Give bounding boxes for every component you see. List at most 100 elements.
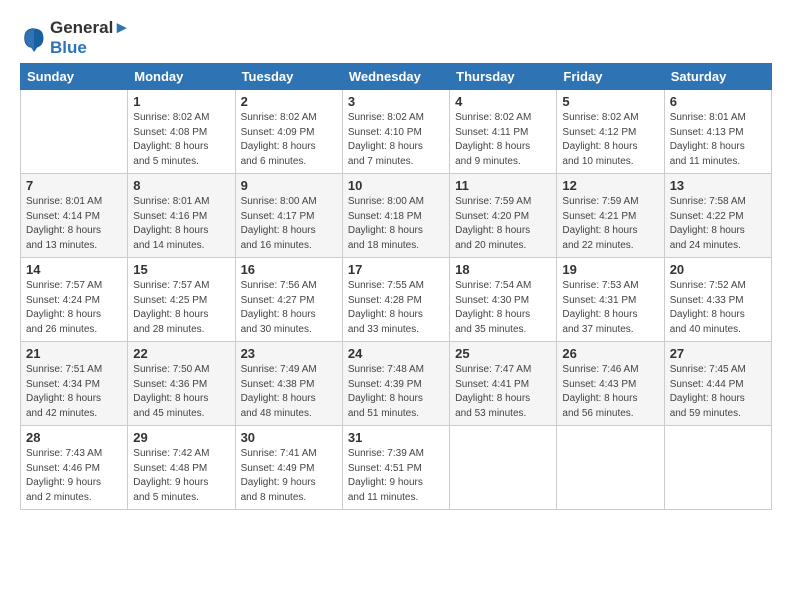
day-number: 7 <box>26 178 122 193</box>
day-cell: 18 Sunrise: 7:54 AM Sunset: 4:30 PM Dayli… <box>450 258 557 342</box>
calendar-table: SundayMondayTuesdayWednesdayThursdayFrid… <box>20 63 772 510</box>
day-info: Sunrise: 7:53 AM Sunset: 4:31 PM Dayligh… <box>562 279 658 337</box>
day-number: 17 <box>348 262 444 277</box>
day-cell: 3 Sunrise: 8:02 AM Sunset: 4:10 PM Daylig… <box>342 90 449 174</box>
day-number: 14 <box>26 262 122 277</box>
day-cell: 23 Sunrise: 7:49 AM Sunset: 4:38 PM Dayli… <box>235 342 342 426</box>
day-info: Sunrise: 7:42 AM Sunset: 4:48 PM Dayligh… <box>133 447 229 505</box>
day-number: 3 <box>348 94 444 109</box>
week-row-5: 28 Sunrise: 7:43 AM Sunset: 4:46 PM Dayli… <box>21 426 772 510</box>
day-info: Sunrise: 7:47 AM Sunset: 4:41 PM Dayligh… <box>455 363 551 421</box>
day-info: Sunrise: 8:02 AM Sunset: 4:10 PM Dayligh… <box>348 111 444 169</box>
day-number: 6 <box>670 94 766 109</box>
weekday-header-row: SundayMondayTuesdayWednesdayThursdayFrid… <box>21 64 772 90</box>
day-cell: 24 Sunrise: 7:48 AM Sunset: 4:39 PM Dayli… <box>342 342 449 426</box>
day-cell: 9 Sunrise: 8:00 AM Sunset: 4:17 PM Daylig… <box>235 174 342 258</box>
day-cell: 4 Sunrise: 8:02 AM Sunset: 4:11 PM Daylig… <box>450 90 557 174</box>
day-info: Sunrise: 7:59 AM Sunset: 4:21 PM Dayligh… <box>562 195 658 253</box>
day-number: 8 <box>133 178 229 193</box>
day-number: 29 <box>133 430 229 445</box>
logo-text: General► Blue <box>50 18 130 57</box>
day-cell <box>450 426 557 510</box>
day-info: Sunrise: 7:39 AM Sunset: 4:51 PM Dayligh… <box>348 447 444 505</box>
day-cell: 16Sunrise: 7:56 AM Sunset: 4:27 PM Dayli… <box>235 258 342 342</box>
day-cell: 11Sunrise: 7:59 AM Sunset: 4:20 PM Dayli… <box>450 174 557 258</box>
day-info: Sunrise: 7:57 AM Sunset: 4:25 PM Dayligh… <box>133 279 229 337</box>
day-info: Sunrise: 7:54 AM Sunset: 4:30 PM Dayligh… <box>455 279 551 337</box>
day-number: 11 <box>455 178 551 193</box>
day-cell: 25Sunrise: 7:47 AM Sunset: 4:41 PM Dayli… <box>450 342 557 426</box>
day-info: Sunrise: 8:02 AM Sunset: 4:08 PM Dayligh… <box>133 111 229 169</box>
weekday-header-friday: Friday <box>557 64 664 90</box>
day-cell: 26 Sunrise: 7:46 AM Sunset: 4:43 PM Dayli… <box>557 342 664 426</box>
day-cell: 21 Sunrise: 7:51 AM Sunset: 4:34 PM Dayli… <box>21 342 128 426</box>
day-number: 18 <box>455 262 551 277</box>
day-info: Sunrise: 7:58 AM Sunset: 4:22 PM Dayligh… <box>670 195 766 253</box>
day-number: 13 <box>670 178 766 193</box>
day-info: Sunrise: 7:48 AM Sunset: 4:39 PM Dayligh… <box>348 363 444 421</box>
day-info: Sunrise: 7:43 AM Sunset: 4:46 PM Dayligh… <box>26 447 122 505</box>
day-info: Sunrise: 7:50 AM Sunset: 4:36 PM Dayligh… <box>133 363 229 421</box>
day-cell: 10Sunrise: 8:00 AM Sunset: 4:18 PM Dayli… <box>342 174 449 258</box>
day-cell: 6 Sunrise: 8:01 AM Sunset: 4:13 PM Daylig… <box>664 90 771 174</box>
day-number: 30 <box>241 430 337 445</box>
day-cell: 20 Sunrise: 7:52 AM Sunset: 4:33 PM Dayli… <box>664 258 771 342</box>
day-number: 10 <box>348 178 444 193</box>
day-cell: 12 Sunrise: 7:59 AM Sunset: 4:21 PM Dayli… <box>557 174 664 258</box>
day-cell: 31 Sunrise: 7:39 AM Sunset: 4:51 PM Dayli… <box>342 426 449 510</box>
day-info: Sunrise: 8:01 AM Sunset: 4:14 PM Dayligh… <box>26 195 122 253</box>
logo-icon <box>20 24 48 52</box>
day-number: 9 <box>241 178 337 193</box>
week-row-3: 14 Sunrise: 7:57 AM Sunset: 4:24 PM Dayli… <box>21 258 772 342</box>
day-number: 15 <box>133 262 229 277</box>
day-cell: 5Sunrise: 8:02 AM Sunset: 4:12 PM Daylig… <box>557 90 664 174</box>
day-cell: 13 Sunrise: 7:58 AM Sunset: 4:22 PM Dayli… <box>664 174 771 258</box>
day-number: 12 <box>562 178 658 193</box>
weekday-header-saturday: Saturday <box>664 64 771 90</box>
day-number: 27 <box>670 346 766 361</box>
day-number: 23 <box>241 346 337 361</box>
day-info: Sunrise: 8:01 AM Sunset: 4:16 PM Dayligh… <box>133 195 229 253</box>
day-number: 31 <box>348 430 444 445</box>
day-cell <box>21 90 128 174</box>
day-cell: 8 Sunrise: 8:01 AM Sunset: 4:16 PM Daylig… <box>128 174 235 258</box>
day-number: 5 <box>562 94 658 109</box>
week-row-2: 7 Sunrise: 8:01 AM Sunset: 4:14 PM Daylig… <box>21 174 772 258</box>
weekday-header-wednesday: Wednesday <box>342 64 449 90</box>
day-info: Sunrise: 7:46 AM Sunset: 4:43 PM Dayligh… <box>562 363 658 421</box>
day-number: 28 <box>26 430 122 445</box>
day-info: Sunrise: 7:51 AM Sunset: 4:34 PM Dayligh… <box>26 363 122 421</box>
day-cell <box>557 426 664 510</box>
day-cell: 27 Sunrise: 7:45 AM Sunset: 4:44 PM Dayli… <box>664 342 771 426</box>
day-cell: 28 Sunrise: 7:43 AM Sunset: 4:46 PM Dayli… <box>21 426 128 510</box>
day-number: 19 <box>562 262 658 277</box>
day-info: Sunrise: 7:55 AM Sunset: 4:28 PM Dayligh… <box>348 279 444 337</box>
weekday-header-tuesday: Tuesday <box>235 64 342 90</box>
day-number: 4 <box>455 94 551 109</box>
page: General► Blue SundayMondayTuesdayWednesd… <box>0 0 792 612</box>
day-cell: 17 Sunrise: 7:55 AM Sunset: 4:28 PM Dayli… <box>342 258 449 342</box>
day-number: 16 <box>241 262 337 277</box>
day-cell: 2Sunrise: 8:02 AM Sunset: 4:09 PM Daylig… <box>235 90 342 174</box>
day-info: Sunrise: 7:49 AM Sunset: 4:38 PM Dayligh… <box>241 363 337 421</box>
day-cell: 19 Sunrise: 7:53 AM Sunset: 4:31 PM Dayli… <box>557 258 664 342</box>
day-cell: 15 Sunrise: 7:57 AM Sunset: 4:25 PM Dayli… <box>128 258 235 342</box>
day-cell: 30Sunrise: 7:41 AM Sunset: 4:49 PM Dayli… <box>235 426 342 510</box>
day-cell: 1Sunrise: 8:02 AM Sunset: 4:08 PM Daylig… <box>128 90 235 174</box>
day-info: Sunrise: 7:45 AM Sunset: 4:44 PM Dayligh… <box>670 363 766 421</box>
day-number: 24 <box>348 346 444 361</box>
day-cell <box>664 426 771 510</box>
day-number: 26 <box>562 346 658 361</box>
day-cell: 7 Sunrise: 8:01 AM Sunset: 4:14 PM Daylig… <box>21 174 128 258</box>
weekday-header-sunday: Sunday <box>21 64 128 90</box>
day-info: Sunrise: 8:00 AM Sunset: 4:17 PM Dayligh… <box>241 195 337 253</box>
day-number: 20 <box>670 262 766 277</box>
day-number: 21 <box>26 346 122 361</box>
weekday-header-thursday: Thursday <box>450 64 557 90</box>
day-info: Sunrise: 7:52 AM Sunset: 4:33 PM Dayligh… <box>670 279 766 337</box>
day-info: Sunrise: 7:57 AM Sunset: 4:24 PM Dayligh… <box>26 279 122 337</box>
weekday-header-monday: Monday <box>128 64 235 90</box>
day-info: Sunrise: 8:01 AM Sunset: 4:13 PM Dayligh… <box>670 111 766 169</box>
day-info: Sunrise: 8:02 AM Sunset: 4:11 PM Dayligh… <box>455 111 551 169</box>
day-cell: 22Sunrise: 7:50 AM Sunset: 4:36 PM Dayli… <box>128 342 235 426</box>
